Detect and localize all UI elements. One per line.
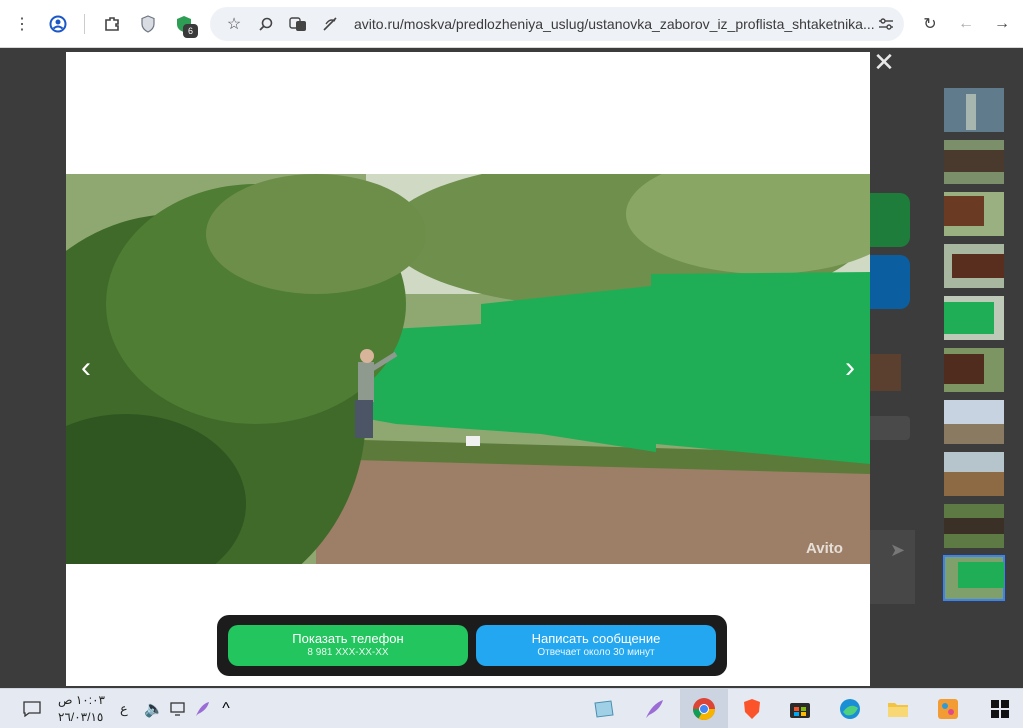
back-arrow-icon[interactable]: ←: [954, 12, 978, 36]
profile-icon[interactable]: [46, 12, 70, 36]
shield-icon[interactable]: [136, 12, 160, 36]
thumbnail[interactable]: [944, 400, 1004, 444]
browser-toolbar: ⋮ 6 ☆ avito.ru/moskva/predlozheniya_uslu…: [0, 0, 1023, 48]
write-message-button[interactable]: Написать сообщение Отвечает около 30 мин…: [476, 625, 716, 666]
reload-icon[interactable]: ↻: [918, 12, 942, 36]
main-photo: [66, 174, 870, 564]
game-app-icon[interactable]: [936, 697, 960, 721]
thumbnail[interactable]: [944, 452, 1004, 496]
clock-time[interactable]: ١٠:٠٣ ص: [58, 693, 105, 707]
thumbnail[interactable]: [944, 140, 1004, 184]
thumbnail[interactable]: [944, 348, 1004, 392]
chevron-up-icon[interactable]: ^: [214, 697, 238, 721]
zoom-icon[interactable]: [254, 12, 278, 36]
background-page-blue-button: [870, 255, 910, 309]
bookmark-star-icon[interactable]: ☆: [222, 12, 246, 36]
feather-app-icon[interactable]: [642, 697, 666, 721]
next-photo-arrow-icon[interactable]: ›: [840, 353, 860, 383]
thumbnail[interactable]: [944, 504, 1004, 548]
phone-number: 8 981 XXX-XX-XX: [307, 647, 389, 658]
thumbnail-active[interactable]: [943, 555, 1005, 601]
thumbnail[interactable]: [944, 192, 1004, 236]
volume-icon[interactable]: 🔈: [142, 697, 166, 721]
thumbnail[interactable]: [944, 244, 1004, 288]
performance-icon[interactable]: [318, 12, 342, 36]
avito-watermark: Avito: [806, 540, 843, 557]
toolbar-divider: [84, 14, 85, 34]
contact-action-bar: Показать телефон 8 981 XXX-XX-XX Написат…: [217, 615, 727, 676]
windows-start-icon[interactable]: [988, 697, 1012, 721]
brave-icon[interactable]: [740, 697, 764, 721]
background-page-block: [870, 416, 910, 440]
file-explorer-icon[interactable]: [886, 697, 910, 721]
notes-app-icon[interactable]: [592, 697, 616, 721]
send-icon: ➤: [890, 540, 906, 560]
translate-icon[interactable]: [286, 12, 310, 36]
forward-arrow-icon[interactable]: →: [990, 12, 1014, 36]
edge-icon[interactable]: [838, 697, 862, 721]
background-page-green-button: [870, 193, 910, 247]
network-icon[interactable]: [166, 697, 190, 721]
extensions-icon[interactable]: [100, 12, 124, 36]
windows-taskbar: ١٠:٠٣ ص ٢٦/٠٣/١٥ ع 🔈 ^: [0, 688, 1023, 728]
url-text[interactable]: avito.ru/moskva/predlozheniya_uslug/usta…: [354, 16, 876, 32]
thumbnail[interactable]: [944, 88, 1004, 132]
chrome-icon[interactable]: [692, 697, 716, 721]
language-indicator[interactable]: ع: [120, 701, 128, 717]
show-phone-label: Показать телефон: [292, 631, 404, 646]
close-icon[interactable]: ✕: [872, 49, 896, 75]
show-phone-button[interactable]: Показать телефон 8 981 XXX-XX-XX: [228, 625, 468, 666]
previous-photo-arrow-icon[interactable]: ‹: [76, 353, 96, 383]
notification-icon[interactable]: [20, 697, 44, 721]
extension-badge: 6: [183, 24, 198, 38]
response-time: Отвечает около 30 минут: [537, 647, 655, 658]
clock-date[interactable]: ٢٦/٠٣/١٥: [58, 710, 103, 724]
write-message-label: Написать сообщение: [531, 631, 661, 646]
address-bar[interactable]: ☆ avito.ru/moskva/predlozheniya_uslug/us…: [210, 7, 904, 41]
feather-tray-icon[interactable]: [190, 697, 214, 721]
menu-dots-icon[interactable]: ⋮: [10, 12, 34, 36]
thumbnail[interactable]: [944, 296, 1004, 340]
background-page-avatar: [870, 354, 901, 391]
site-settings-icon[interactable]: [874, 12, 898, 36]
background-page-input: ➤: [870, 530, 915, 604]
store-icon[interactable]: [788, 697, 812, 721]
